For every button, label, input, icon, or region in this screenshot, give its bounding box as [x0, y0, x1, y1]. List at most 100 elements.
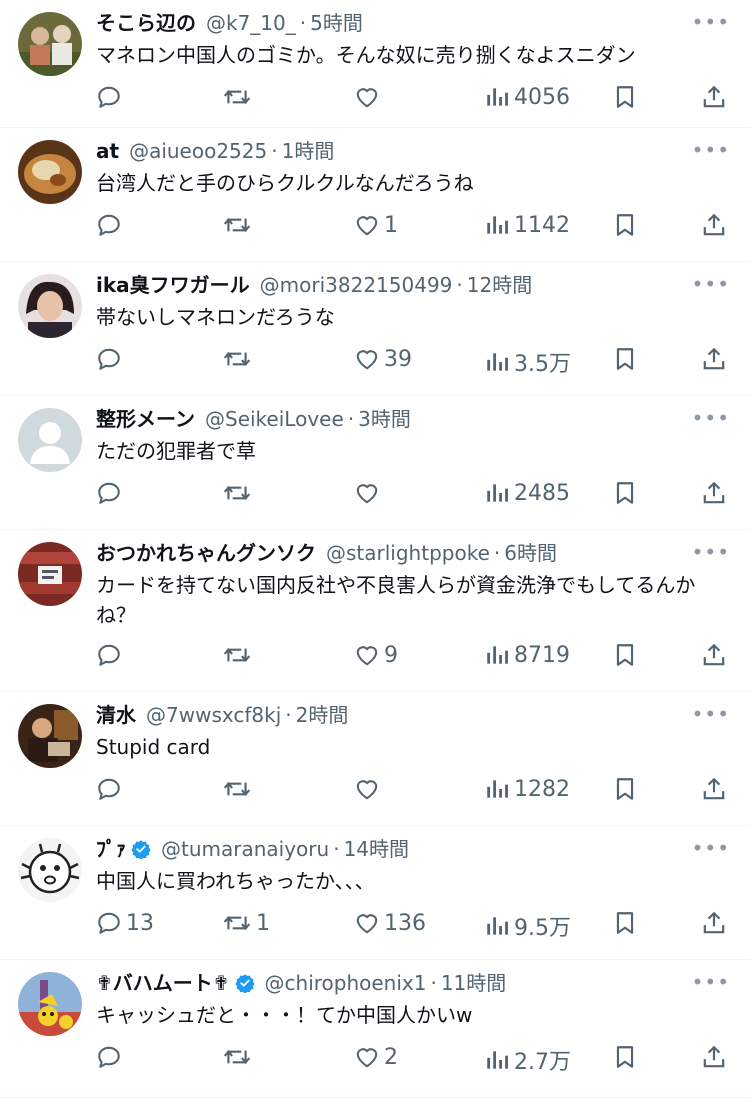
- share-icon: [703, 481, 725, 504]
- author-handle[interactable]: @7wwsxcf8kj: [146, 702, 281, 728]
- timestamp[interactable]: 14時間: [344, 836, 409, 862]
- avatar[interactable]: [18, 972, 82, 1036]
- retweet-button[interactable]: [222, 346, 256, 372]
- avatar[interactable]: [18, 542, 82, 606]
- retweet-button[interactable]: [222, 642, 256, 668]
- timestamp[interactable]: 11時間: [441, 970, 506, 996]
- reply-button[interactable]: [96, 212, 126, 238]
- reply-button[interactable]: [96, 84, 126, 110]
- reply-count: 13: [126, 910, 154, 936]
- timestamp[interactable]: 12時間: [467, 272, 532, 298]
- views-button[interactable]: 2.7万: [484, 1044, 571, 1076]
- author-handle[interactable]: @k7_10_: [206, 10, 296, 36]
- like-button[interactable]: 9: [354, 642, 398, 668]
- views-button[interactable]: 3.5万: [484, 346, 571, 378]
- bookmark-button[interactable]: [612, 346, 638, 372]
- more-options-icon[interactable]: •••: [692, 970, 730, 994]
- avatar[interactable]: [18, 704, 82, 768]
- more-options-icon[interactable]: •••: [692, 702, 730, 726]
- like-button[interactable]: 39: [354, 346, 412, 372]
- bookmark-button[interactable]: [612, 84, 638, 110]
- views-button[interactable]: 4056: [484, 84, 570, 110]
- tweet-body: ika臭フワガール @mori3822150499 · 12時間 ••• 帯ない…: [96, 272, 730, 332]
- reply-icon: [98, 644, 120, 666]
- timestamp[interactable]: 1時間: [282, 138, 335, 164]
- tweet[interactable]: おつかれちゃんグンソク @starlightppoke · 6時間 ••• カー…: [0, 530, 750, 692]
- like-button[interactable]: 136: [354, 910, 426, 936]
- more-options-icon[interactable]: •••: [692, 836, 730, 860]
- avatar[interactable]: [18, 408, 82, 472]
- tweet[interactable]: 整形メーン @SeikeiLovee · 3時間 ••• ただの犯罪者で草 24…: [0, 396, 750, 530]
- tweet[interactable]: そこら辺の @k7_10_ · 5時間 ••• マネロン中国人のゴミか。そんな奴…: [0, 0, 750, 128]
- share-button[interactable]: [701, 776, 727, 802]
- author-name[interactable]: ﾌﾟｧ: [96, 836, 126, 862]
- author-handle[interactable]: @tumaranaiyoru: [161, 836, 329, 862]
- retweet-button[interactable]: [222, 776, 256, 802]
- tweet[interactable]: ika臭フワガール @mori3822150499 · 12時間 ••• 帯ない…: [0, 262, 750, 396]
- views-button[interactable]: 9.5万: [484, 910, 571, 942]
- share-button[interactable]: [701, 910, 727, 936]
- reply-button[interactable]: [96, 776, 126, 802]
- timestamp[interactable]: 5時間: [310, 10, 363, 36]
- author-name[interactable]: at: [96, 138, 119, 164]
- tweet[interactable]: at @aiueoo2525 · 1時間 ••• 台湾人だと手のひらクルクルなん…: [0, 128, 750, 262]
- like-button[interactable]: [354, 776, 384, 802]
- reply-button[interactable]: [96, 1044, 126, 1070]
- share-button[interactable]: [701, 84, 727, 110]
- reply-button[interactable]: 13: [96, 910, 154, 936]
- author-handle[interactable]: @SeikeiLovee: [205, 406, 344, 432]
- avatar[interactable]: [18, 140, 82, 204]
- like-button[interactable]: [354, 480, 384, 506]
- author-name[interactable]: おつかれちゃんグンソク: [96, 540, 316, 566]
- like-button[interactable]: 2: [354, 1044, 398, 1070]
- more-options-icon[interactable]: •••: [692, 540, 730, 564]
- views-button[interactable]: 1142: [484, 212, 570, 238]
- retweet-button[interactable]: [222, 1044, 256, 1070]
- author-name[interactable]: 整形メーン: [96, 406, 195, 432]
- retweet-button[interactable]: [222, 84, 256, 110]
- more-options-icon[interactable]: •••: [692, 406, 730, 430]
- tweet[interactable]: 清水 @7wwsxcf8kj · 2時間 ••• Stupid card 128…: [0, 692, 750, 826]
- author-handle[interactable]: @starlightppoke: [326, 540, 490, 566]
- timestamp[interactable]: 2時間: [296, 702, 349, 728]
- share-button[interactable]: [701, 346, 727, 372]
- retweet-button[interactable]: [222, 212, 256, 238]
- timestamp[interactable]: 3時間: [358, 406, 411, 432]
- bookmark-button[interactable]: [612, 480, 638, 506]
- share-button[interactable]: [701, 212, 727, 238]
- share-button[interactable]: [701, 1044, 727, 1070]
- views-button[interactable]: 1282: [484, 776, 570, 802]
- like-button[interactable]: 1: [354, 212, 398, 238]
- retweet-button[interactable]: [222, 480, 256, 506]
- avatar[interactable]: [18, 838, 82, 902]
- avatar[interactable]: [18, 274, 82, 338]
- author-handle[interactable]: @chirophoenix1: [265, 970, 427, 996]
- more-options-icon[interactable]: •••: [692, 272, 730, 296]
- author-name[interactable]: ika臭フワガール: [96, 272, 250, 298]
- more-options-icon[interactable]: •••: [692, 10, 730, 34]
- reply-button[interactable]: [96, 642, 126, 668]
- bookmark-button[interactable]: [612, 910, 638, 936]
- author-name[interactable]: ✟バハムート✟: [96, 970, 230, 996]
- like-button[interactable]: [354, 84, 384, 110]
- reply-button[interactable]: [96, 346, 126, 372]
- bookmark-button[interactable]: [612, 212, 638, 238]
- more-options-icon[interactable]: •••: [692, 138, 730, 162]
- author-handle[interactable]: @mori3822150499: [260, 272, 453, 298]
- views-button[interactable]: 2485: [484, 480, 570, 506]
- author-name[interactable]: そこら辺の: [96, 10, 196, 36]
- author-name[interactable]: 清水: [96, 702, 136, 728]
- tweet[interactable]: ✟バハムート✟ @chirophoenix1 · 11時間 ••• キャッシュだ…: [0, 960, 750, 1098]
- share-button[interactable]: [701, 642, 727, 668]
- bookmark-button[interactable]: [612, 1044, 638, 1070]
- reply-button[interactable]: [96, 480, 126, 506]
- bookmark-button[interactable]: [612, 642, 638, 668]
- avatar[interactable]: [18, 12, 82, 76]
- views-button[interactable]: 8719: [484, 642, 570, 668]
- author-handle[interactable]: @aiueoo2525: [129, 138, 267, 164]
- share-button[interactable]: [701, 480, 727, 506]
- tweet[interactable]: ﾌﾟｧ @tumaranaiyoru · 14時間 ••• 中国人に買われちゃっ…: [0, 826, 750, 960]
- bookmark-button[interactable]: [612, 776, 638, 802]
- timestamp[interactable]: 6時間: [504, 540, 557, 566]
- retweet-button[interactable]: 1: [222, 910, 270, 936]
